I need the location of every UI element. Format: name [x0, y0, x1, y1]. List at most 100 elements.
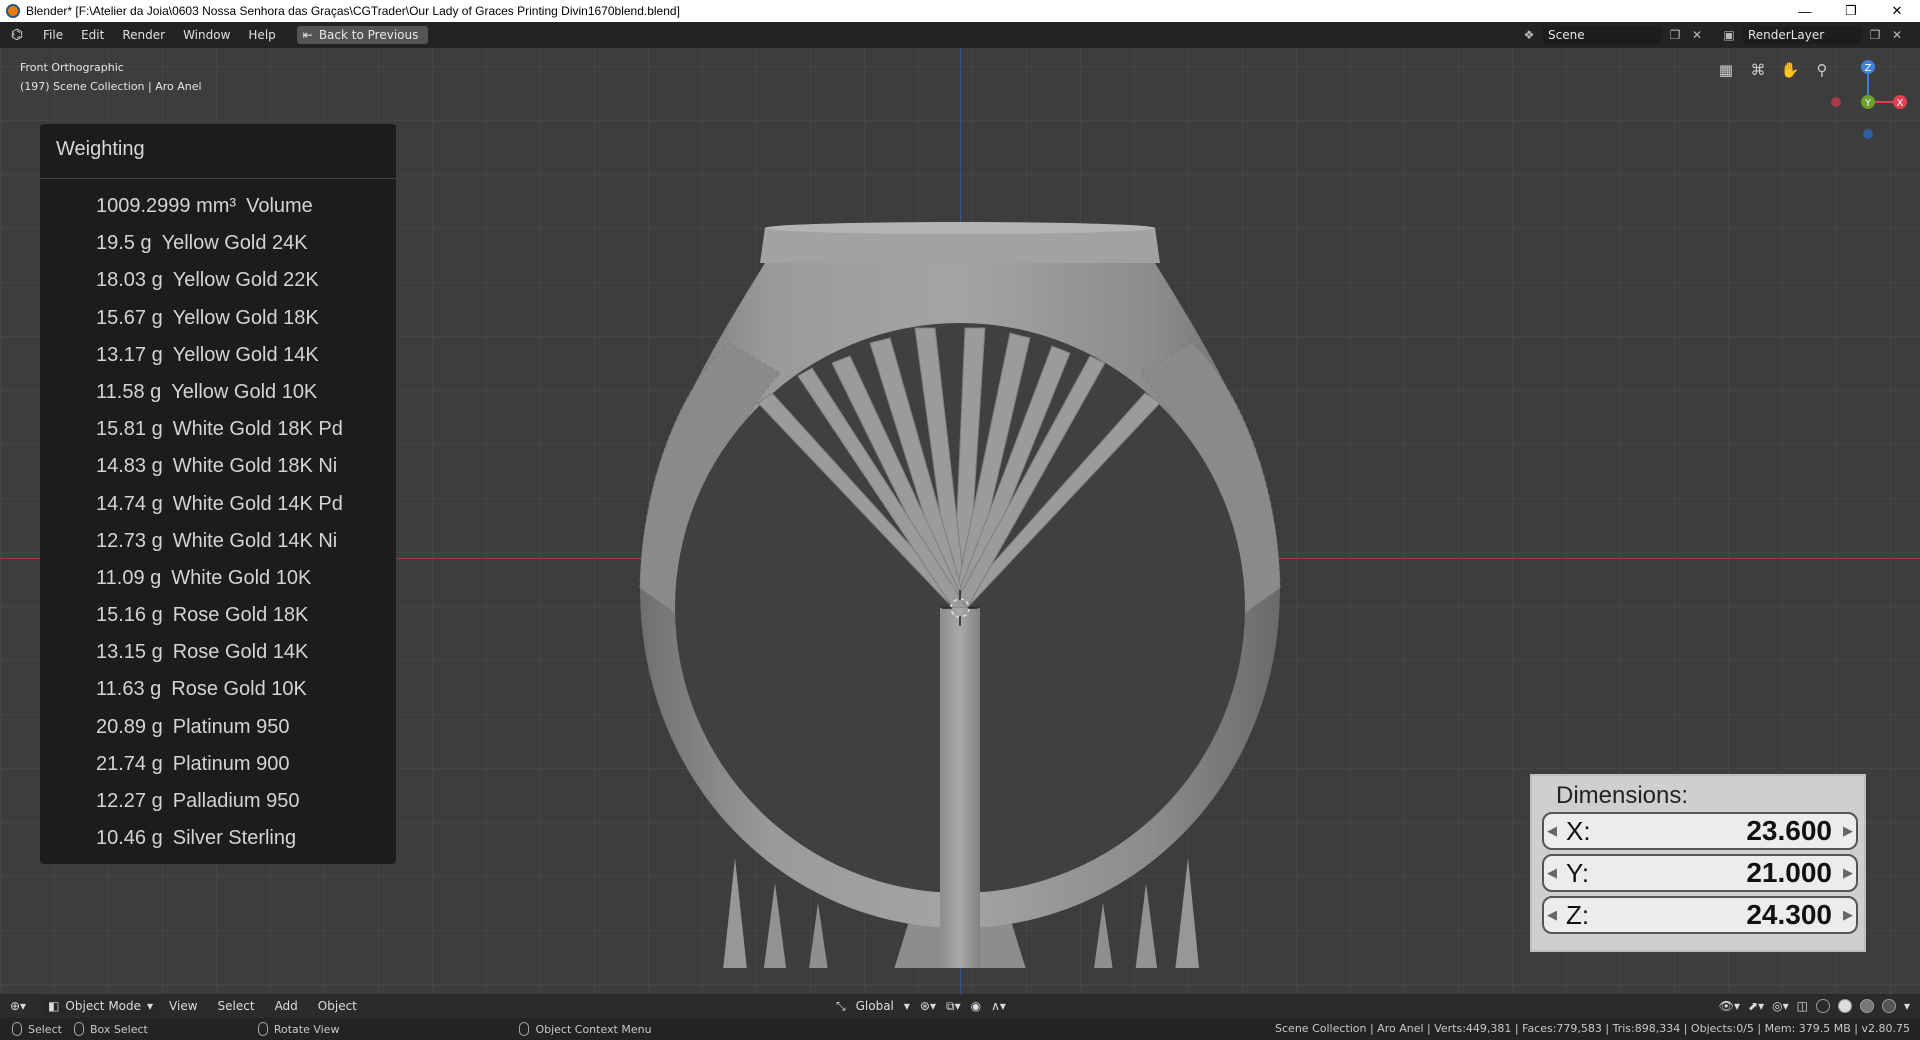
- scene-selector[interactable]: ❖ Scene ❐ ✕: [1520, 26, 1706, 44]
- weighting-material: Rose Gold 10K: [171, 678, 307, 701]
- decrement-arrow-icon[interactable]: ◀: [1544, 823, 1560, 839]
- weighting-material: White Gold 18K Pd: [172, 418, 343, 441]
- proportional-edit-icon[interactable]: ◉: [971, 999, 981, 1013]
- weighting-amount: 15.67 g: [96, 306, 163, 329]
- rendered-shading-icon[interactable]: [1881, 999, 1896, 1013]
- weighting-amount: 11.09 g: [96, 566, 162, 589]
- weighting-amount: 15.16 g: [96, 604, 163, 627]
- increment-arrow-icon[interactable]: ▶: [1840, 823, 1856, 839]
- renderlayer-selector[interactable]: ▣ RenderLayer ❐ ✕: [1720, 26, 1906, 44]
- status-box-select: Box Select: [73, 1022, 148, 1036]
- menu-render[interactable]: Render: [113, 22, 174, 48]
- dimension-y-label: Y:: [1566, 857, 1590, 888]
- pivot-icon[interactable]: ⊛▾: [920, 999, 936, 1013]
- dimension-y-field[interactable]: ◀ Y: 21.000 ▶: [1542, 854, 1858, 892]
- visibility-icon[interactable]: 👁▾: [1719, 999, 1740, 1013]
- dimension-z-field[interactable]: ◀ Z: 24.300 ▶: [1542, 896, 1858, 934]
- menu-window[interactable]: Window: [174, 22, 239, 48]
- increment-arrow-icon[interactable]: ▶: [1840, 907, 1856, 923]
- chevron-down-icon: ▾: [903, 999, 910, 1013]
- blender-logo-icon[interactable]: ⌬: [8, 26, 26, 44]
- weighting-row: 12.73 g White Gold 14K Ni: [96, 523, 343, 560]
- support-cone: [1135, 883, 1158, 968]
- weighting-material: White Gold 14K Ni: [172, 529, 338, 552]
- 3d-viewport[interactable]: Front Orthographic (197) Scene Collectio…: [0, 48, 1920, 996]
- editor-type-icon[interactable]: ⊕▾: [0, 999, 36, 1013]
- weighting-amount: 12.27 g: [96, 790, 163, 812]
- decrement-arrow-icon[interactable]: ◀: [1544, 907, 1560, 923]
- weighting-material: Yellow Gold 24K: [161, 232, 308, 255]
- weighting-row: 15.67 g Yellow Gold 18K: [96, 300, 343, 337]
- new-layer-icon[interactable]: ❐: [1866, 26, 1884, 44]
- weighting-row: 15.16 g Rose Gold 18K: [96, 597, 343, 634]
- overlay-icon[interactable]: ◎▾: [1772, 999, 1789, 1013]
- orientation-icon: ⤡: [836, 998, 846, 1013]
- weighting-material: White Gold 18K Ni: [172, 455, 338, 478]
- view-name: Front Orthographic: [20, 61, 124, 74]
- header-menu-view[interactable]: View: [159, 999, 207, 1013]
- xray-icon[interactable]: ◫: [1797, 999, 1808, 1013]
- close-button[interactable]: ✕: [1874, 0, 1920, 22]
- shading-tools: 👁▾ ⬈▾ ◎▾ ◫ ▾: [1719, 994, 1910, 1018]
- dimension-x-label: X:: [1566, 815, 1591, 846]
- weighting-material: Yellow Gold 14K: [172, 343, 319, 366]
- gizmo-y-label: Y: [1864, 98, 1872, 109]
- navigation-gizmo[interactable]: Z X Y: [1818, 54, 1918, 144]
- grid-icon[interactable]: ▦: [1714, 58, 1738, 82]
- header-menu-select[interactable]: Select: [208, 999, 265, 1013]
- minimize-button[interactable]: —: [1782, 0, 1828, 22]
- delete-layer-icon[interactable]: ✕: [1888, 26, 1906, 44]
- camera-icon[interactable]: ⌘: [1746, 58, 1770, 82]
- weighting-material: Yellow Gold 18K: [172, 306, 319, 329]
- header-menu-add[interactable]: Add: [265, 999, 308, 1013]
- renderlayer-field[interactable]: RenderLayer: [1742, 26, 1862, 44]
- weighting-row: 12.27 g Palladium 950: [96, 783, 343, 820]
- wireframe-shading-icon[interactable]: [1815, 999, 1830, 1013]
- dimension-z-label: Z:: [1566, 899, 1590, 930]
- weighting-material: Rose Gold 14K: [172, 641, 309, 664]
- weighting-material: Yellow Gold 22K: [172, 269, 319, 292]
- menu-help[interactable]: Help: [239, 22, 284, 48]
- increment-arrow-icon[interactable]: ▶: [1840, 865, 1856, 881]
- chevron-down-icon[interactable]: ▾: [1904, 999, 1910, 1013]
- weighting-amount: 14.74 g: [96, 492, 163, 515]
- weighting-row: 14.83 g White Gold 18K Ni: [96, 448, 343, 485]
- menu-edit[interactable]: Edit: [72, 22, 113, 48]
- orientation-dropdown[interactable]: Global: [856, 999, 894, 1013]
- material-shading-icon[interactable]: [1859, 999, 1874, 1013]
- gizmo-toggle-icon[interactable]: ⬈▾: [1748, 999, 1764, 1013]
- back-to-previous-button[interactable]: ⇤ Back to Previous: [296, 26, 429, 44]
- weighting-amount: 11.63 g: [96, 678, 162, 701]
- falloff-icon[interactable]: ∧▾: [991, 999, 1006, 1013]
- weighting-row: 1009.2999 mm³ Volume: [96, 188, 343, 225]
- chevron-down-icon: ▾: [147, 999, 154, 1013]
- maximize-button[interactable]: ❐: [1828, 0, 1874, 22]
- weighting-divider: [40, 178, 396, 179]
- weighting-amount: 11.58 g: [96, 380, 162, 403]
- weighting-material: Palladium 950: [172, 790, 300, 812]
- decrement-arrow-icon[interactable]: ◀: [1544, 865, 1560, 881]
- new-scene-icon[interactable]: ❐: [1666, 26, 1684, 44]
- support-cone: [763, 883, 787, 968]
- scene-field[interactable]: Scene: [1542, 26, 1662, 44]
- dimension-x-field[interactable]: ◀ X: 23.600 ▶: [1542, 812, 1858, 850]
- ring-model[interactable]: [600, 168, 1320, 968]
- hand-icon[interactable]: ✋: [1778, 58, 1802, 82]
- snap-icon[interactable]: ⧉▾: [946, 999, 961, 1014]
- support-cone: [809, 903, 828, 968]
- menu-file[interactable]: File: [34, 22, 72, 48]
- dimension-y-value: 21.000: [1746, 857, 1832, 888]
- weighting-amount: 10.46 g: [96, 827, 163, 850]
- delete-scene-icon[interactable]: ✕: [1688, 26, 1706, 44]
- header-menu-object[interactable]: Object: [308, 999, 367, 1013]
- weighting-amount: 14.83 g: [96, 455, 163, 478]
- status-box-select-label: Box Select: [89, 1022, 148, 1036]
- gizmo-x-label: X: [1897, 98, 1904, 109]
- back-icon: ⇤: [302, 28, 313, 42]
- viewport-header: ⊕▾ ◧ Object Mode ▾ View Select Add Objec…: [0, 994, 1920, 1018]
- object-mode-dropdown[interactable]: ◧ Object Mode ▾: [42, 997, 160, 1015]
- weighting-row: 15.81 g White Gold 18K Pd: [96, 411, 343, 448]
- top-menubar: ⌬ File Edit Render Window Help ⇤ Back to…: [0, 22, 1920, 48]
- window-titlebar: Blender* [F:\Atelier da Joia\0603 Nossa …: [0, 0, 1920, 22]
- solid-shading-icon[interactable]: [1837, 999, 1852, 1013]
